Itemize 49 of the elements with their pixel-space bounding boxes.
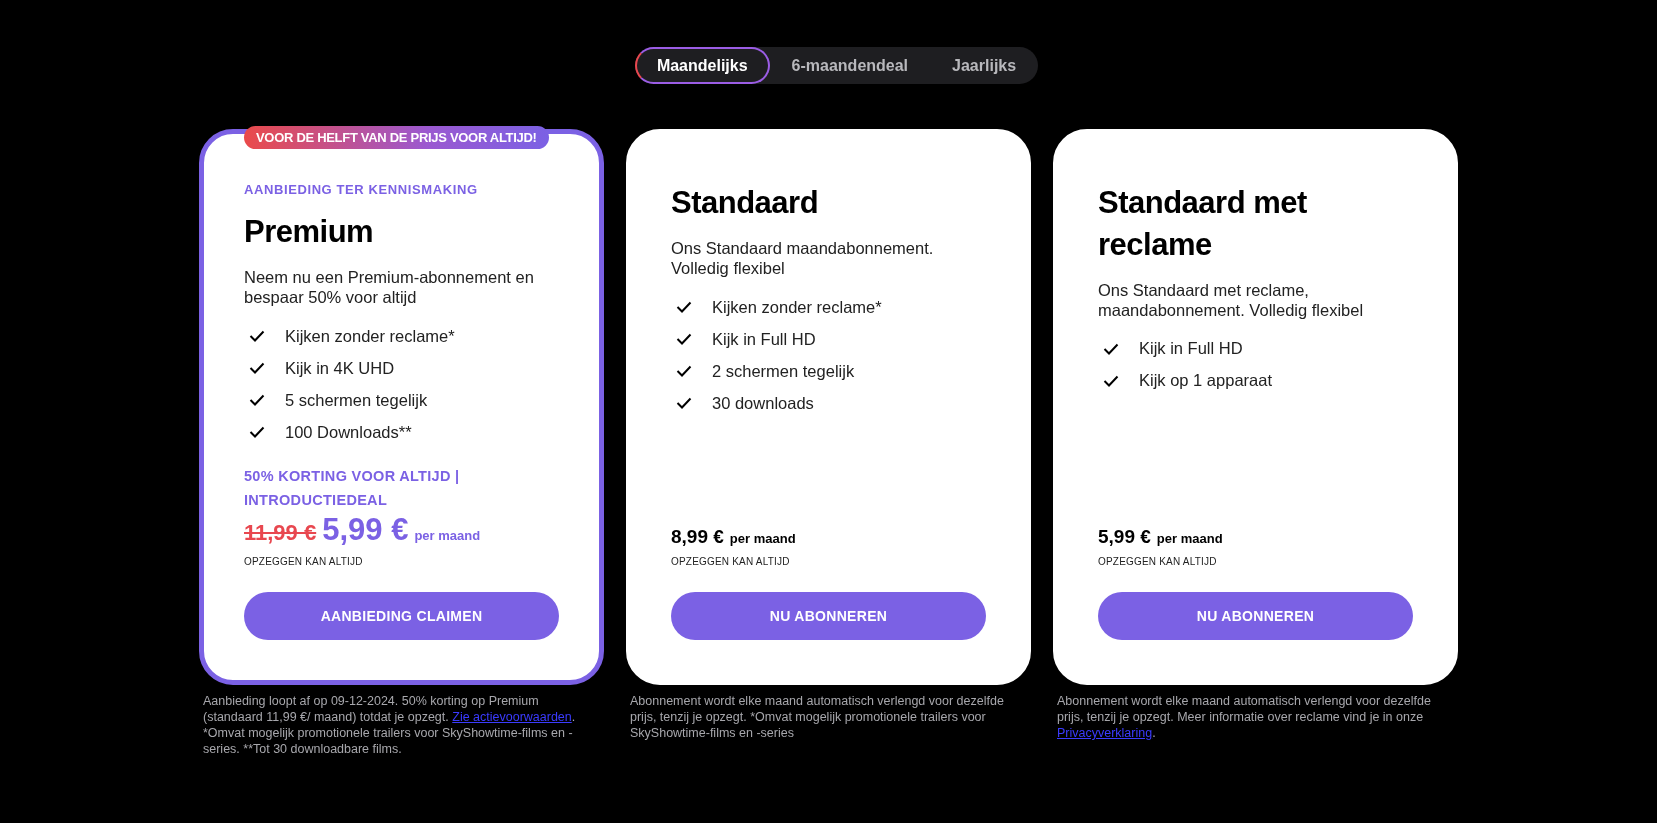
- feature-text: 100 Downloads**: [285, 422, 412, 442]
- checkmark-icon: [249, 426, 265, 439]
- checkmark-icon: [676, 333, 692, 346]
- plan-description: Ons Standaard maandabonnement. Volledig flexibel: [671, 237, 935, 280]
- checkmark-icon: [676, 301, 692, 314]
- subscribe-button[interactable]: NU ABONNEREN: [1098, 592, 1413, 640]
- plan-title: Standaard met reclame: [1098, 184, 1308, 264]
- promo-badge: VOOR DE HELFT VAN DE PRIJS VOOR ALTIJD!: [244, 126, 549, 149]
- feature-text: Kijken zonder reclame*: [712, 297, 882, 317]
- plan-title: Standaard: [671, 184, 820, 222]
- feature-text: Kijk in Full HD: [1139, 339, 1243, 359]
- plan-title: Premium: [244, 213, 375, 251]
- offer-label: AANBIEDING TER KENNISMAKING: [244, 182, 479, 197]
- checkmark-icon: [249, 394, 265, 407]
- terms-link[interactable]: Zie actievoorwaarden: [452, 710, 572, 724]
- price-period: per maand: [1156, 531, 1223, 546]
- billing-tab[interactable]: Maandelijks: [634, 47, 770, 84]
- checkmark-icon: [249, 330, 265, 343]
- price: 5,99 €: [322, 512, 409, 548]
- discount-label: 50% KORTING VOOR ALTIJD | INTRODUCTIEDEAL: [244, 467, 461, 510]
- price-period: per maand: [414, 528, 481, 543]
- price: 5,99 €: [1098, 526, 1151, 548]
- feature-text: Kijken zonder reclame*: [285, 326, 455, 346]
- billing-tab[interactable]: Jaarlijks: [930, 47, 1039, 84]
- terms-text: Abonnement wordt elke maand automatisch verlengd voor dezelfde prijs, tenzij je opzegt. *Omvat mogelijk promotionele trailers voor SkyShowtime-films en -series: [630, 693, 1005, 741]
- price: 8,99 €: [671, 526, 724, 548]
- subscribe-button[interactable]: NU ABONNEREN: [671, 592, 986, 640]
- feature-text: 5 schermen tegelijk: [285, 390, 428, 410]
- cancel-note: OPZEGGEN KAN ALTIJD: [671, 556, 791, 567]
- subscribe-button[interactable]: AANBIEDING CLAIMEN: [244, 592, 559, 640]
- feature-text: Kijk in 4K UHD: [285, 358, 395, 378]
- price-period: per maand: [729, 531, 796, 546]
- checkmark-icon: [1103, 374, 1119, 387]
- feature-text: Kijk op 1 apparaat: [1139, 371, 1272, 391]
- feature-text: 30 downloads: [712, 393, 814, 413]
- checkmark-icon: [676, 365, 692, 378]
- old-price: 11,99 €: [244, 520, 317, 546]
- terms-text: Aanbieding loopt af op 09-12-2024. 50% korting op Premium (standaard 11,99 €/ maand) totdat je opzegt. Zie actievoorwaarden. *Omvat mogelijk promotionele trailers voor SkyShowtime-films en -series. **Tot 30 downloadbare films.: [203, 693, 577, 757]
- cancel-note: OPZEGGEN KAN ALTIJD: [1098, 556, 1218, 567]
- terms-text: Abonnement wordt elke maand automatisch verlengd voor dezelfde prijs, tenzij je opzegt. Meer informatie over reclame vind je in onze Privacyverklaring.: [1057, 693, 1432, 741]
- checkmark-icon: [676, 397, 692, 410]
- plan-description: Neem nu een Premium-abonnement en bespaar 50% voor altijd: [244, 266, 535, 309]
- plan-description: Ons Standaard met reclame, maandabonnement. Volledig flexibel: [1098, 279, 1365, 321]
- billing-tab[interactable]: 6-maandendeal: [769, 47, 931, 84]
- cancel-note: OPZEGGEN KAN ALTIJD: [244, 556, 364, 567]
- feature-text: Kijk in Full HD: [712, 329, 816, 349]
- checkmark-icon: [1103, 342, 1119, 355]
- checkmark-icon: [249, 362, 265, 375]
- feature-text: 2 schermen tegelijk: [712, 361, 855, 381]
